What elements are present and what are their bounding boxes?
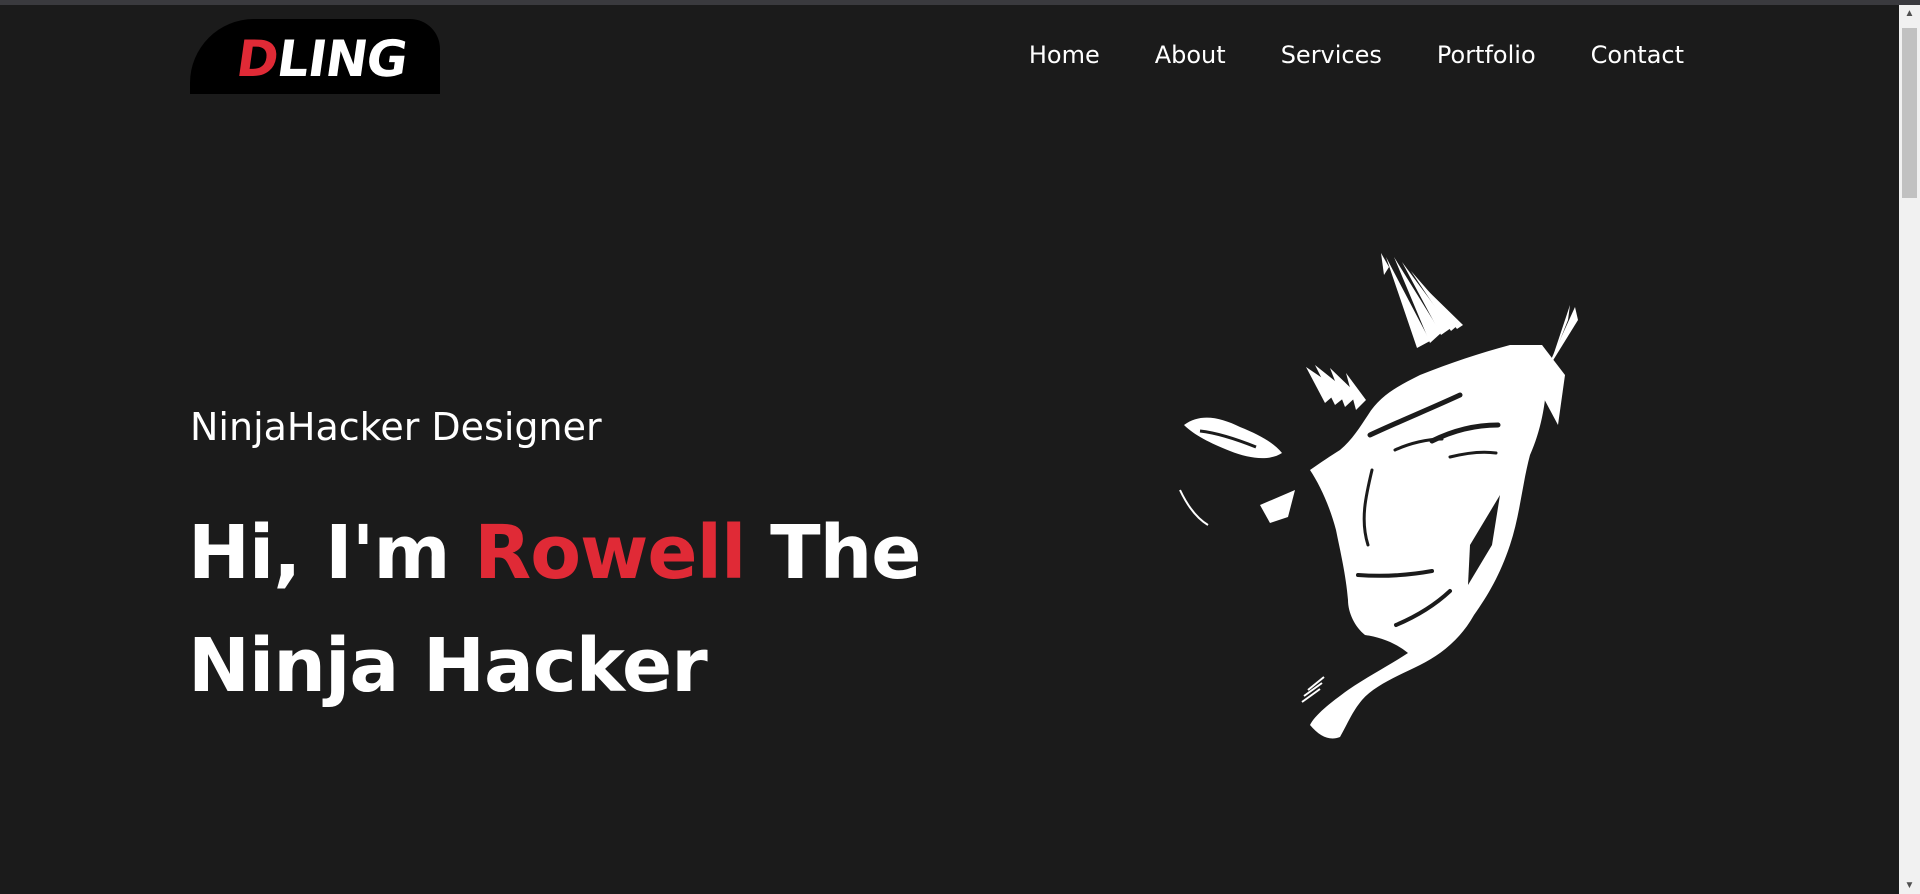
nav-about-link[interactable]: About [1155, 37, 1226, 73]
chevron-down-icon[interactable]: ▼ [1899, 877, 1920, 894]
nav-services-link[interactable]: Services [1281, 37, 1382, 73]
headline-name: Rowell [474, 510, 746, 596]
chevron-up-icon[interactable]: ▲ [1899, 5, 1920, 22]
brand-logo[interactable]: DLING [190, 19, 440, 94]
page-scrollbar[interactable]: ▲ ▼ [1899, 5, 1920, 894]
scroll-thumb[interactable] [1902, 28, 1917, 198]
headline-prefix: Hi, I'm [188, 510, 475, 596]
logo-rest-letters: LING [273, 30, 411, 88]
hero-subtitle: NinjaHacker Designer [190, 405, 602, 449]
main-nav: Home About Services Portfolio Contact [1029, 37, 1684, 73]
hero-headline: Hi, I'm Rowell The Ninja Hacker [188, 497, 1068, 723]
hero-page: DLING Home About Services Portfolio Cont… [0, 5, 1899, 894]
nav-contact-link[interactable]: Contact [1591, 37, 1684, 73]
nav-home-link[interactable]: Home [1029, 37, 1100, 73]
logo-text: DLING [233, 30, 411, 88]
nav-portfolio-link[interactable]: Portfolio [1437, 37, 1536, 73]
ninja-face-icon [1179, 253, 1578, 739]
